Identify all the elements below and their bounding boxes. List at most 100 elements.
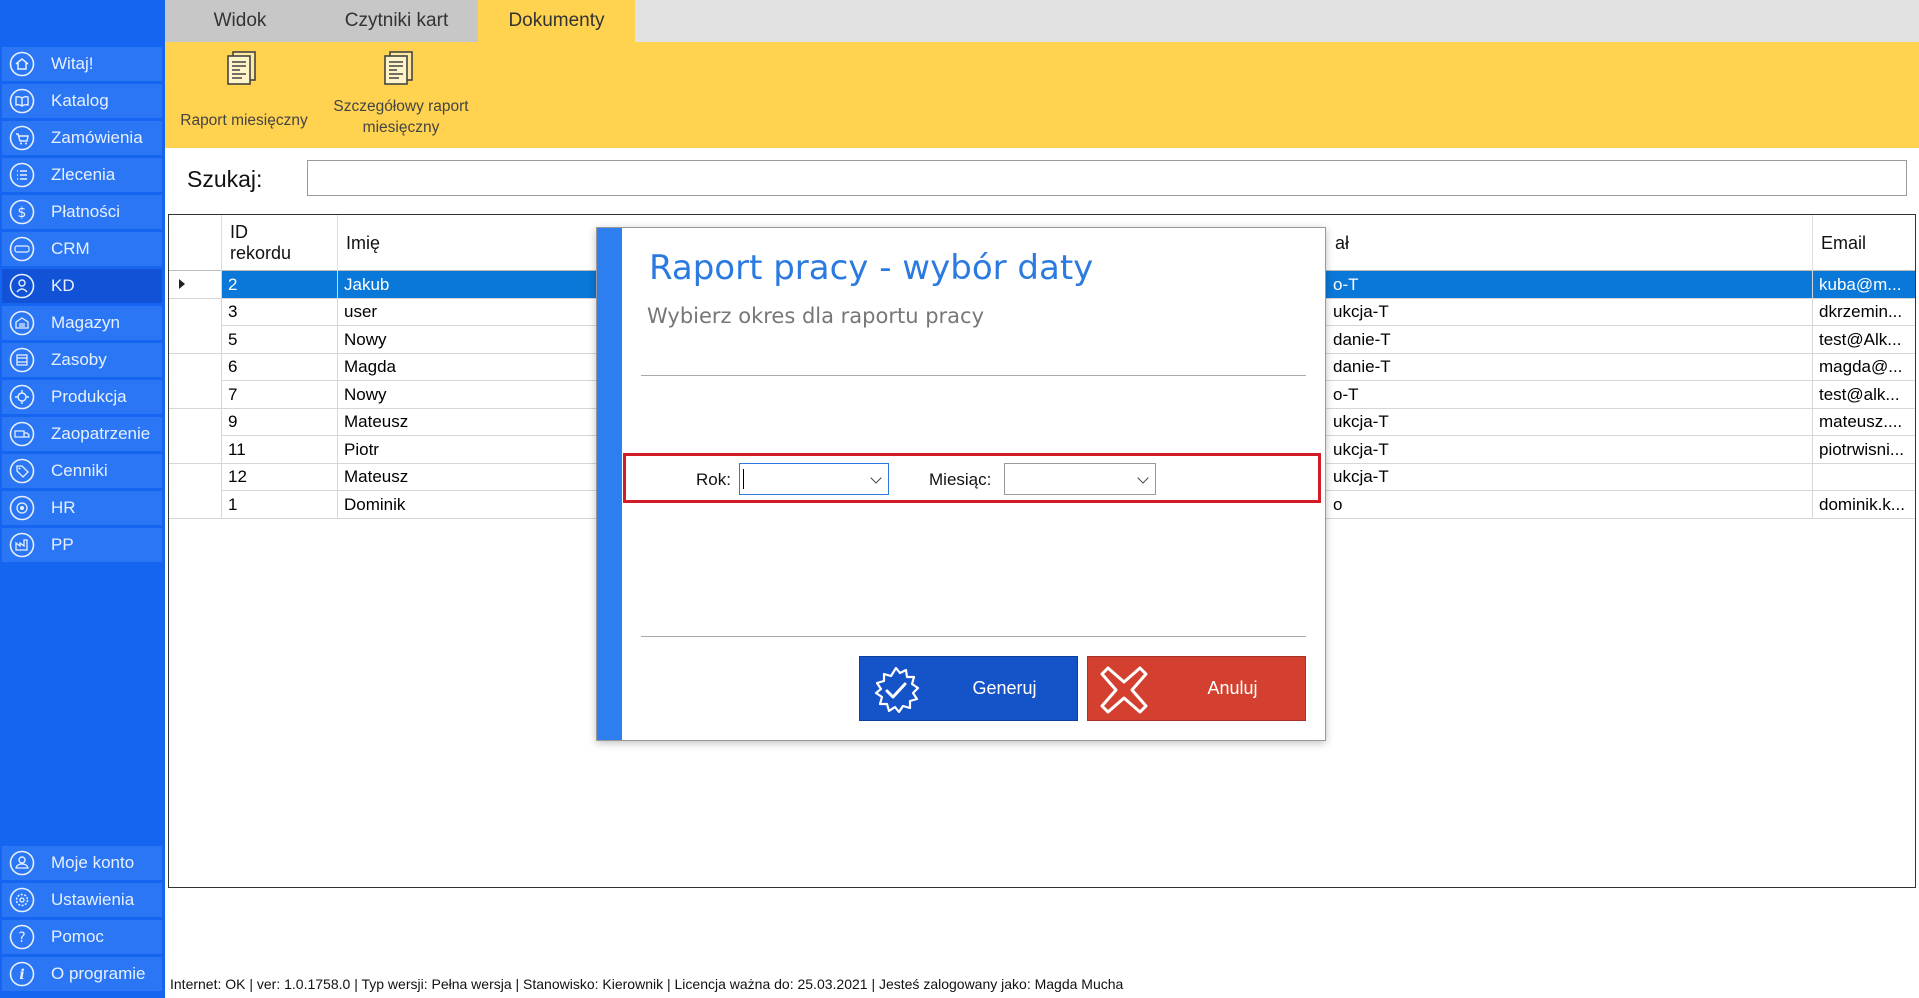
tab-czytniki-kart[interactable]: Czytniki kart [315, 0, 478, 42]
close-icon [1100, 666, 1148, 714]
sidebar-item-pp[interactable]: PP [2, 528, 162, 562]
tab-dokumenty[interactable]: Dokumenty [478, 0, 635, 42]
dialog-subtitle: Wybierz okres dla raportu pracy [647, 304, 985, 328]
cell-department: o [1333, 494, 1343, 514]
tag-icon [9, 458, 35, 484]
cancel-button-label: Anuluj [1207, 678, 1258, 698]
column-header-department[interactable]: ał [1327, 215, 1847, 271]
sidebar-item-label: Katalog [51, 91, 109, 110]
sidebar-item-zlecenia[interactable]: Zlecenia [2, 158, 162, 192]
hr-icon [9, 495, 35, 521]
cell-email: magda@... [1812, 353, 1916, 381]
cell-department: ukcja-T [1333, 439, 1389, 459]
ribbon: Raport miesięczny Szczegółowy raport mie… [165, 42, 1919, 148]
sidebar-item-label: KD [51, 276, 75, 295]
cell-id: 6 [221, 353, 337, 381]
row-header[interactable] [169, 463, 221, 491]
monthly-report-button[interactable]: Raport miesięczny [175, 50, 313, 131]
status-bar: Internet: OK | ver: 1.0.1758.0 | Typ wer… [170, 976, 1124, 992]
chevron-down-icon [1137, 472, 1149, 484]
sidebar-item-label: HR [51, 498, 76, 517]
sidebar-item-label: Moje konto [51, 853, 135, 872]
row-header[interactable] [169, 326, 221, 353]
sidebar-item-hr[interactable]: HR [2, 491, 162, 525]
sidebar-item-magazyn[interactable]: Magazyn [2, 306, 162, 340]
sidebar-item-label: Ustawienia [51, 890, 135, 909]
divider [641, 375, 1306, 376]
cell-id: 9 [221, 408, 337, 436]
row-header[interactable] [169, 491, 221, 518]
detailed-report-label-line1: Szczegółowy raport [333, 98, 469, 115]
sidebar-item-zamowienia[interactable]: Zamówienia [2, 121, 162, 155]
cell-department: danie-T [1333, 329, 1391, 349]
production-icon [9, 384, 35, 410]
cell-department: ukcja-T [1333, 467, 1389, 486]
resources-icon [9, 347, 35, 373]
tab-widok[interactable]: Widok [165, 0, 315, 42]
sidebar-item-witaj[interactable]: Witaj! [2, 47, 162, 81]
cell-email: dominik.k... [1812, 491, 1916, 518]
sidebar-item-moje-konto[interactable]: Moje konto [2, 846, 162, 880]
cell-id: 2 [221, 271, 337, 298]
cell-id: 5 [221, 326, 337, 353]
sidebar-item-label: Cenniki [51, 461, 108, 480]
row-header[interactable] [169, 353, 221, 381]
cell-email: kuba@m... [1812, 271, 1916, 298]
cell-department: o-T [1333, 274, 1359, 294]
sidebar-item-platnosci[interactable]: $ Płatności [2, 195, 162, 229]
year-select[interactable] [739, 463, 889, 495]
sidebar-item-katalog[interactable]: Katalog [2, 84, 162, 118]
svg-text:i: i [19, 967, 24, 983]
sidebar-item-label: Zasoby [51, 350, 107, 369]
row-header[interactable] [169, 436, 221, 463]
column-header-id-line1: ID [230, 222, 248, 242]
gear-check-icon [874, 666, 920, 714]
report-document-icon [227, 51, 256, 85]
sidebar-item-label: CRM [51, 239, 90, 258]
sidebar-item-zasoby[interactable]: Zasoby [2, 343, 162, 377]
month-label: Miesiąc: [929, 470, 992, 489]
row-header[interactable] [169, 271, 221, 298]
sidebar-item-label: Witaj! [51, 54, 94, 73]
sidebar-item-label: Zlecenia [51, 165, 116, 184]
row-header[interactable] [169, 408, 221, 436]
row-indicator-icon [179, 279, 185, 289]
home-icon [9, 51, 35, 77]
sidebar-item-produkcja[interactable]: Produkcja [2, 380, 162, 414]
factory-icon [9, 532, 35, 558]
cell-id: 7 [221, 381, 337, 408]
detailed-monthly-report-button[interactable]: Szczegółowy raport miesięczny [323, 50, 479, 138]
detailed-report-label-line2: miesięczny [362, 119, 440, 136]
month-select[interactable] [1004, 463, 1156, 495]
svg-text:$: $ [18, 205, 27, 221]
help-icon: ? [9, 924, 35, 950]
sidebar-item-pomoc[interactable]: ? Pomoc [2, 920, 162, 954]
cell-email: test@Alk... [1812, 326, 1916, 353]
cell-email: dkrzemin... [1812, 298, 1916, 326]
cell-id: 12 [221, 463, 337, 491]
cell-id: 11 [221, 436, 337, 463]
row-header[interactable] [169, 381, 221, 408]
sidebar-item-kd[interactable]: KD [2, 269, 162, 303]
sidebar-item-o-programie[interactable]: i O programie [2, 957, 162, 991]
sidebar-item-zaopatrzenie[interactable]: Zaopatrzenie [2, 417, 162, 451]
sidebar-item-crm[interactable]: CRM [2, 232, 162, 266]
sidebar-item-ustawienia[interactable]: Ustawienia [2, 883, 162, 917]
column-header-email[interactable]: Email [1812, 215, 1916, 271]
search-input[interactable] [307, 160, 1907, 196]
tab-bar: Widok Czytniki kart Dokumenty [165, 0, 1919, 42]
generate-button[interactable]: Generuj [859, 656, 1078, 721]
sidebar-item-cenniki[interactable]: Cenniki [2, 454, 162, 488]
cancel-button[interactable]: Anuluj [1087, 656, 1306, 721]
row-header[interactable] [169, 298, 221, 326]
sidebar-item-label: Zaopatrzenie [51, 424, 151, 443]
cell-email: mateusz.... [1812, 408, 1916, 436]
column-header-id[interactable]: ID rekordu [221, 215, 337, 271]
divider [641, 636, 1306, 637]
cell-department: ukcja-T [1333, 412, 1389, 431]
cart-icon [9, 125, 35, 151]
sidebar-item-label: Płatności [51, 202, 120, 221]
cell-department: o-T [1333, 384, 1359, 404]
detailed-report-document-icon [384, 51, 413, 85]
crm-icon [9, 236, 35, 262]
